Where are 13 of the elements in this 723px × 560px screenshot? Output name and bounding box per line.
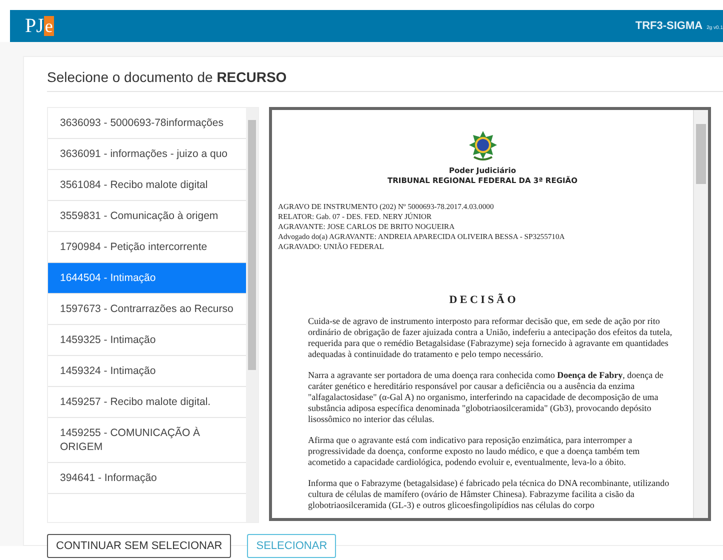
scrollbar[interactable]	[246, 108, 258, 522]
scrollbar[interactable]	[693, 110, 708, 518]
continue-button[interactable]: CONTINUAR SEM SELECIONAR	[47, 534, 232, 558]
document-paragraph: Afirma que o agravante está com indicativo para reposição enzimática, para interromper a progressividade da doença, conforme exposto no laudo médico, e que a doença também tem acometido a capacidade cardiológica, podendo evoluir e, eventualmente, leva-lo a óbito.	[308, 435, 641, 468]
document-paragraph: Informa que o Fabrazyme (betagalsidase) é fabricado pela técnica do DNA recombinante, utilizando cultura de células de mamífero (ovário de Hâmster Chinesa). Fabrazyme facilita a cisão da globotriaosilceramida (GL-3) e outros glicoesfingolipídios nas células do corpo	[308, 478, 670, 511]
page-title: Selecione o documento de RECURSO	[47, 69, 723, 92]
document-title: D E C I S Ã O	[448, 294, 517, 306]
document-paragraph: Narra a agravante ser portadora de uma doença rara conhecida como Doença de Fabry, doença de caráter genético e hereditário responsável por causar a deficiência ou a ausência da enzima "alfagalactosidase" (α-Gal A) no organismo, interferindo na capacidade de decomposição de uma substância adiposa específica denominada "globotriaosilceramida" (Gb3), provocando depósito lisossômico no interior das células.	[308, 370, 664, 425]
coat-of-arms-icon	[468, 130, 498, 162]
logo: PJe	[25, 14, 54, 38]
app-name: TRF3-SIGMA	[635, 20, 703, 32]
document-paragraph: Cuida-se de agravo de instrumento interposto para reformar decisão que, em sede de ação por rito ordinário de obrigação de fazer ajuizada contra a União, indeferiu a antecipação dos efeitos da tutela, requerida para que o remédio Betagalsidase (Fabrazyme) seja fornecido à agravante em quantidades adequadas à continuidade do tratamento e pelo tempo necessário.	[308, 316, 674, 360]
document-item[interactable]: 1644504 - Intimação	[48, 263, 246, 294]
